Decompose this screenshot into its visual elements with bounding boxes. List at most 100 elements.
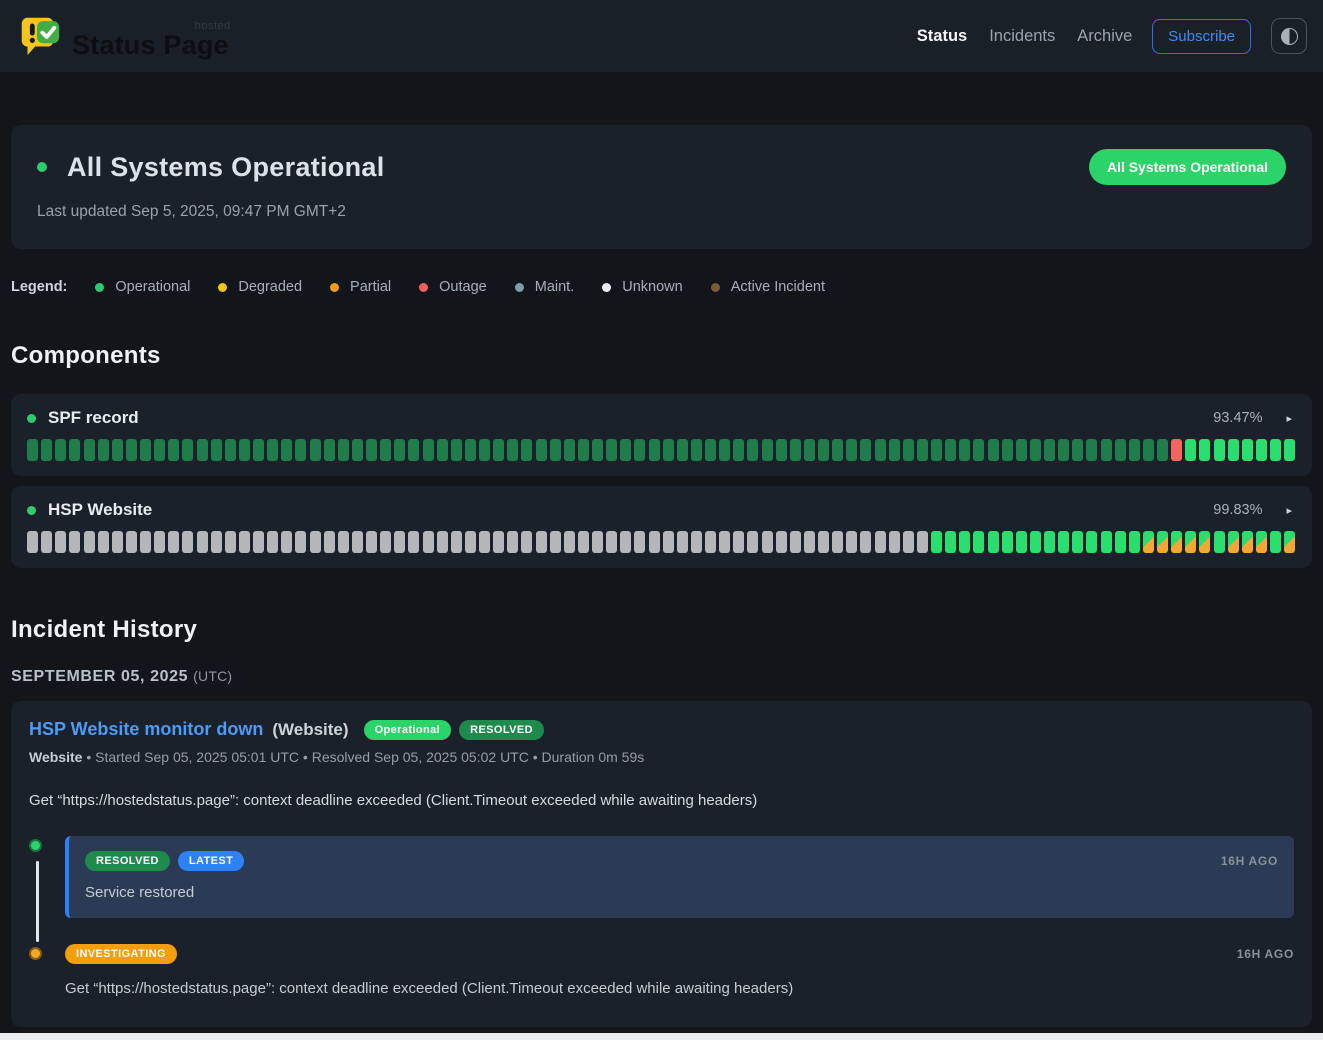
uptime-bar-up [1058, 531, 1069, 553]
overall-status-badge: All Systems Operational [1089, 149, 1286, 185]
legend-item-label: Maint. [535, 279, 575, 295]
uptime-bar-up [1101, 531, 1112, 553]
uptime-bar-empty [338, 531, 349, 553]
legend-item-maint-: Maint. [515, 279, 575, 295]
brand-icon [16, 13, 62, 59]
component-uptime-percent: 93.47% [1213, 410, 1262, 426]
uptime-bar-up-dim [733, 439, 744, 461]
uptime-bar-empty [564, 531, 575, 553]
uptime-bar-up-dim [84, 439, 95, 461]
uptime-bar-empty [691, 531, 702, 553]
timeline-node-green [29, 839, 42, 852]
uptime-bar-up-dim [211, 439, 222, 461]
uptime-bar-empty [423, 531, 434, 553]
uptime-bar-up-dim [281, 439, 292, 461]
update-timestamp: 16H AGO [1237, 947, 1294, 961]
nav-link-archive[interactable]: Archive [1077, 27, 1132, 46]
incident-title-link[interactable]: HSP Website monitor down [29, 719, 263, 740]
uptime-bar-up-dim [1143, 439, 1154, 461]
timeline-rail [29, 836, 65, 918]
uptime-bar-empty [705, 531, 716, 553]
uptime-bar-up-dim [1030, 439, 1041, 461]
contrast-icon [1281, 28, 1298, 45]
subscribe-button[interactable]: Subscribe [1152, 19, 1251, 54]
legend-item-label: Operational [115, 279, 190, 295]
uptime-bar-empty [762, 531, 773, 553]
uptime-bar-empty [380, 531, 391, 553]
uptime-bar-up-dim [846, 439, 857, 461]
uptime-bar-up-dim [1044, 439, 1055, 461]
components-heading: Components [11, 342, 1312, 370]
bottom-strip [0, 1033, 1323, 1040]
uptime-bar-up [1214, 531, 1225, 553]
uptime-bar-up-dim [98, 439, 109, 461]
uptime-bar-up-dim [832, 439, 843, 461]
uptime-bar-up-dim [112, 439, 123, 461]
uptime-bar-up [1256, 439, 1267, 461]
uptime-bar-empty [451, 531, 462, 553]
uptime-bar-up-dim [1115, 439, 1126, 461]
uptime-bar-empty [310, 531, 321, 553]
header: hosted Status Page Status Incidents Archiv… [0, 0, 1323, 72]
uptime-bar-down [1171, 439, 1182, 461]
uptime-bar-empty [253, 531, 264, 553]
uptime-bar-empty [437, 531, 448, 553]
uptime-bar-empty [366, 531, 377, 553]
uptime-bar-empty [521, 531, 532, 553]
component-expand-button[interactable]: ▸ [1282, 410, 1296, 427]
incident-history-heading: Incident History [11, 616, 1312, 644]
uptime-bar-up-dim [1058, 439, 1069, 461]
uptime-bar-empty [394, 531, 405, 553]
legend-dot [95, 283, 104, 292]
update-message: Service restored [85, 884, 1278, 901]
uptime-bar-empty [733, 531, 744, 553]
legend-dot [515, 283, 524, 292]
legend-dot [711, 283, 720, 292]
uptime-bar-up-dim [762, 439, 773, 461]
uptime-bar-up [1086, 531, 1097, 553]
uptime-bar-up-dim [578, 439, 589, 461]
uptime-bar-up-dim [338, 439, 349, 461]
theme-toggle-button[interactable] [1271, 18, 1307, 54]
uptime-bar-up-dim [423, 439, 434, 461]
uptime-bar-empty [140, 531, 151, 553]
uptime-bar-degraded [1143, 531, 1154, 553]
uptime-bar-degraded [1199, 531, 1210, 553]
incident-description: Get “https://hostedstatus.page”: context… [29, 792, 1294, 809]
uptime-bar-up-dim [592, 439, 603, 461]
uptime-bar-up-dim [394, 439, 405, 461]
update-body: RESOLVEDLATEST16H AGOService restored [65, 836, 1294, 918]
uptime-bar-up-dim [55, 439, 66, 461]
uptime-bar-empty [606, 531, 617, 553]
uptime-bar-empty [917, 531, 928, 553]
uptime-bar-empty [126, 531, 137, 553]
incident-card: HSP Website monitor down (Website) Opera… [11, 701, 1312, 1027]
component-expand-button[interactable]: ▸ [1282, 502, 1296, 519]
uptime-bar-empty [790, 531, 801, 553]
uptime-bar-up-dim [239, 439, 250, 461]
uptime-bar-up-dim [380, 439, 391, 461]
status-legend: Legend: OperationalDegradedPartialOutage… [11, 279, 1312, 295]
nav-link-status[interactable]: Status [917, 27, 967, 46]
uptime-bar-up-dim [465, 439, 476, 461]
uptime-bar-up-dim [1086, 439, 1097, 461]
uptime-bar-up-dim [719, 439, 730, 461]
uptime-bar-empty [620, 531, 631, 553]
uptime-bar-empty [846, 531, 857, 553]
update-body: INVESTIGATING16H AGOGet “https://hosteds… [65, 944, 1294, 997]
uptime-bar-up-dim [988, 439, 999, 461]
uptime-bar-up-dim [606, 439, 617, 461]
incident-badge-resolved: RESOLVED [459, 720, 544, 740]
uptime-bar-empty [295, 531, 306, 553]
uptime-bar-up-dim [27, 439, 38, 461]
uptime-bar-up-dim [437, 439, 448, 461]
uptime-bar-empty [832, 531, 843, 553]
legend-item-outage: Outage [419, 279, 487, 295]
nav-link-incidents[interactable]: Incidents [989, 27, 1055, 46]
uptime-bar-empty [69, 531, 80, 553]
uptime-bar-empty [578, 531, 589, 553]
uptime-bar-up-dim [126, 439, 137, 461]
uptime-bar-up-dim [310, 439, 321, 461]
brand-logo[interactable]: hosted Status Page [16, 13, 229, 59]
uptime-bar-up-dim [931, 439, 942, 461]
